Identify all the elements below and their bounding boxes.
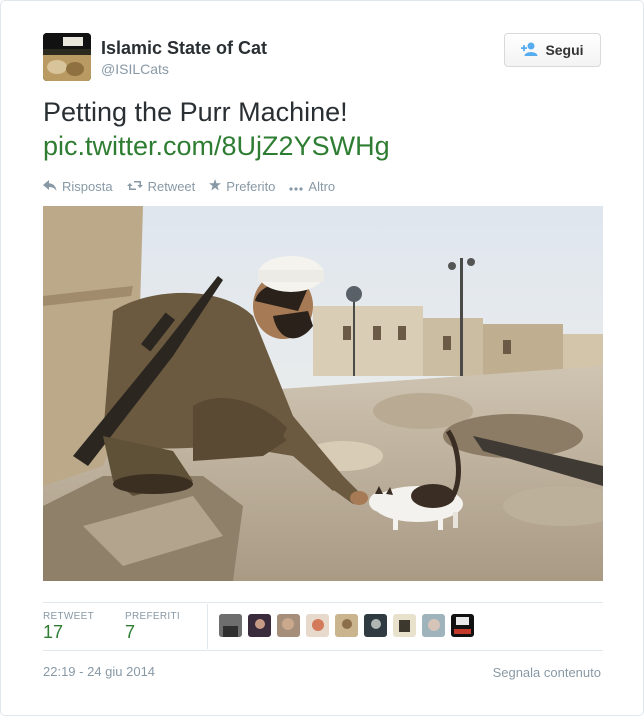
favoriters-avatars [219, 614, 474, 637]
more-label: Altro [308, 179, 336, 194]
more-dots-icon [289, 179, 304, 194]
avatar[interactable] [277, 614, 300, 637]
tweet-card: Islamic State of Cat @ISILCats Segui Pet… [0, 0, 644, 716]
stats-vertical-divider [207, 604, 208, 649]
retweet-count-label: RETWEET [43, 611, 94, 622]
reply-label: Risposta [62, 179, 113, 194]
more-action[interactable]: Altro [289, 179, 335, 194]
reply-action[interactable]: Risposta [43, 179, 113, 194]
avatar[interactable] [335, 614, 358, 637]
avatar[interactable] [393, 614, 416, 637]
follow-label: Segui [545, 42, 584, 58]
favorites-count[interactable]: 7 [125, 622, 135, 643]
avatar[interactable] [451, 614, 474, 637]
favorite-label: Preferito [226, 179, 276, 194]
tweet-timestamp[interactable]: 22:19 - 24 giu 2014 [43, 664, 155, 679]
tweet-media-link[interactable]: pic.twitter.com/8UjZ2YSWHg [43, 129, 390, 164]
user-name[interactable]: Islamic State of Cat [101, 38, 267, 59]
avatar[interactable] [248, 614, 271, 637]
follow-button[interactable]: Segui [504, 33, 601, 67]
tweet-photo[interactable] [43, 206, 603, 581]
tweet-actions: Risposta Retweet Preferito Altro [43, 179, 335, 194]
avatar[interactable] [219, 614, 242, 637]
retweet-label: Retweet [147, 179, 196, 194]
tweet-text: Petting the Purr Machine! [43, 97, 348, 127]
stats-bottom-divider [43, 650, 603, 651]
reply-icon [43, 179, 57, 194]
retweet-icon [126, 179, 143, 194]
retweet-action[interactable]: Retweet [126, 179, 196, 194]
favorites-count-label: PREFERITI [125, 611, 180, 622]
favorite-action[interactable]: Preferito [209, 179, 275, 194]
user-plus-icon [521, 42, 539, 59]
stats-top-divider [43, 602, 603, 603]
user-avatar[interactable] [43, 33, 91, 81]
user-handle[interactable]: @ISILCats [101, 61, 169, 77]
report-content-link[interactable]: Segnala contenuto [493, 665, 601, 680]
star-icon [209, 179, 222, 194]
avatar[interactable] [364, 614, 387, 637]
avatar[interactable] [306, 614, 329, 637]
avatar[interactable] [422, 614, 445, 637]
retweet-count[interactable]: 17 [43, 622, 63, 643]
